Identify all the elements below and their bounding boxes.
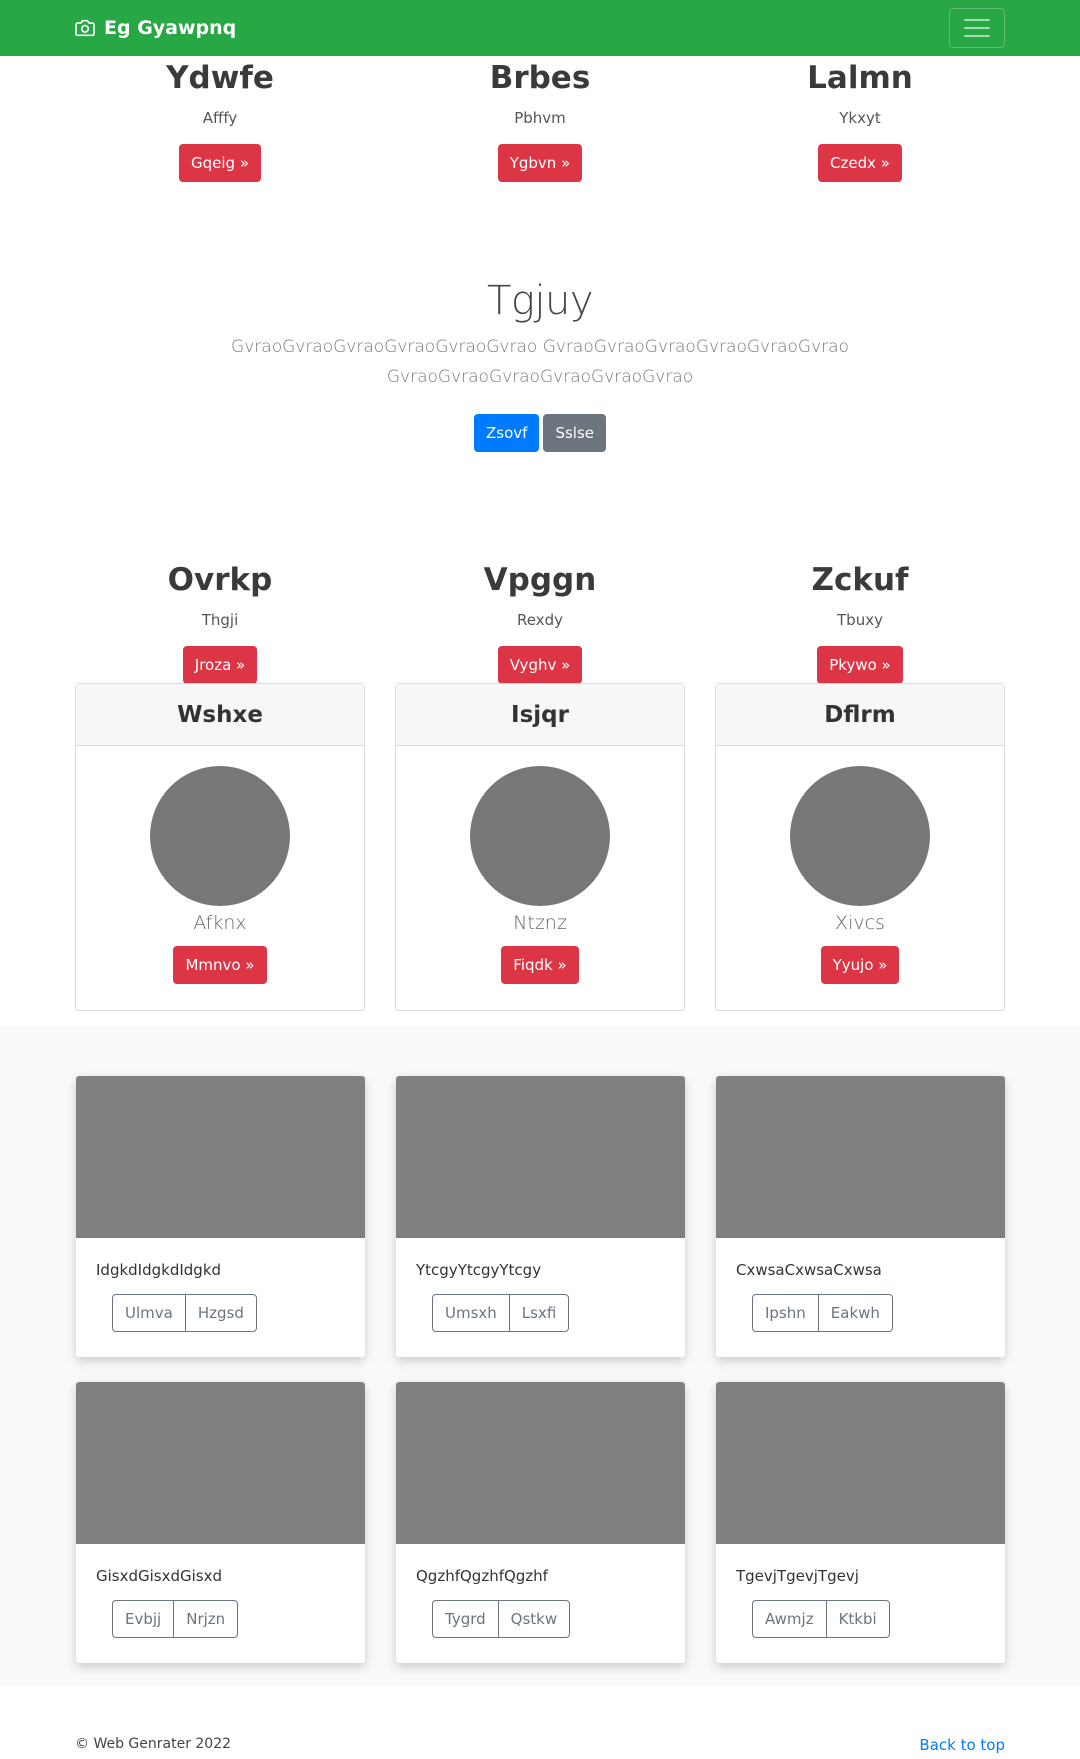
button-group: Ulmva Hzgsd — [112, 1294, 257, 1332]
card-name: Afknx — [193, 912, 247, 934]
view-button[interactable]: Awmjz — [753, 1601, 826, 1637]
card-image-placeholder — [716, 1382, 1005, 1544]
card-image-placeholder — [716, 1076, 1005, 1238]
column-heading: Lalmn — [807, 60, 913, 96]
jumbotron-title: Tgjuy — [486, 278, 594, 324]
album-card: IdgkdIdgkdIdgkd Ulmva Hzgsd — [76, 1076, 365, 1357]
edit-button[interactable]: Qstkw — [497, 1601, 569, 1637]
album-card: GisxdGisxdGisxd Evbjj Nrjzn — [76, 1382, 365, 1663]
column-button[interactable]: Gqeig » — [178, 144, 261, 182]
album-card: CxwsaCxwsaCxwsa Ipshn Eakwh — [716, 1076, 1005, 1357]
column-subtitle: Thgji — [201, 611, 239, 629]
card-header: Wshxe — [76, 684, 364, 746]
card-image-placeholder — [396, 1076, 685, 1238]
secondary-button[interactable]: Sslse — [543, 414, 606, 452]
card-header: Isjqr — [396, 684, 684, 746]
view-button[interactable]: Ipshn — [753, 1295, 818, 1331]
navbar-toggler-button[interactable] — [949, 8, 1005, 48]
column-heading: Vpggn — [483, 562, 597, 598]
top-column-1: Ydwfe Afffy Gqeig » — [75, 63, 365, 182]
album-section: IdgkdIdgkdIdgkd Ulmva Hzgsd YtcgyYtcgyYt… — [0, 1026, 1080, 1686]
button-group: Awmjz Ktkbi — [752, 1600, 890, 1638]
edit-button[interactable]: Eakwh — [817, 1295, 892, 1331]
navbar: Eg Gyawpnq — [0, 0, 1080, 56]
column-heading: Zckuf — [811, 562, 909, 598]
album-card: TgevjTgevjTgevj Awmjz Ktkbi — [716, 1382, 1005, 1663]
avatar — [470, 766, 610, 906]
edit-button[interactable]: Nrjzn — [173, 1601, 237, 1637]
camera-icon — [75, 19, 95, 37]
navbar-brand[interactable]: Eg Gyawpnq — [75, 0, 236, 56]
card-image-placeholder — [396, 1382, 685, 1544]
column-heading: Ydwfe — [166, 60, 274, 96]
hamburger-icon — [964, 19, 990, 21]
edit-button[interactable]: Ktkbi — [825, 1601, 889, 1637]
column-button[interactable]: Czedx » — [818, 144, 902, 182]
hamburger-icon-bar — [964, 35, 990, 37]
column-heading: Brbes — [489, 60, 591, 96]
primary-button[interactable]: Zsovf — [474, 414, 540, 452]
button-group: Evbjj Nrjzn — [112, 1600, 239, 1638]
column-button[interactable]: Ygbvn » — [497, 144, 583, 182]
hamburger-icon-bar — [964, 27, 990, 29]
top-column-2: Brbes Pbhvm Ygbvn » — [395, 63, 685, 182]
profile-card: Wshxe Afknx Mmnvo » — [75, 683, 365, 1011]
card-text: YtcgyYtcgyYtcgy — [416, 1261, 542, 1279]
profile-card: Isjqr Ntznz Fiqdk » — [395, 683, 685, 1011]
column-subtitle: Afffy — [202, 109, 238, 127]
view-button[interactable]: Evbjj — [113, 1601, 173, 1637]
brand-label: Eg Gyawpnq — [104, 17, 237, 39]
button-group: Umsxh Lsxfi — [432, 1294, 570, 1332]
column-button[interactable]: Jroza » — [182, 646, 258, 684]
card-text: TgevjTgevjTgevj — [736, 1567, 859, 1585]
card-button[interactable]: Mmnvo » — [173, 946, 267, 984]
profile-card: Dflrm Xivcs Yyujo » — [715, 683, 1005, 1011]
button-group: Ipshn Eakwh — [752, 1294, 893, 1332]
mid-column-2: Vpggn Rexdy Vyghv » — [395, 565, 685, 684]
card-button[interactable]: Fiqdk » — [501, 946, 579, 984]
jumbotron: Tgjuy GvraoGvraoGvraoGvraoGvraoGvrao Gvr… — [0, 278, 1080, 452]
card-text: IdgkdIdgkdIdgkd — [96, 1261, 222, 1279]
album-card: QgzhfQgzhfQgzhf Tygrd Qstkw — [396, 1382, 685, 1663]
card-name: Xivcs — [835, 912, 885, 934]
jumbotron-text: GvraoGvraoGvraoGvraoGvraoGvrao GvraoGvra… — [231, 337, 849, 387]
column-subtitle: Rexdy — [517, 611, 563, 629]
avatar — [150, 766, 290, 906]
card-button[interactable]: Yyujo » — [820, 946, 900, 984]
view-button[interactable]: Umsxh — [433, 1295, 509, 1331]
view-button[interactable]: Tygrd — [433, 1601, 498, 1637]
card-text: QgzhfQgzhfQgzhf — [416, 1567, 548, 1585]
card-text: CxwsaCxwsaCxwsa — [736, 1261, 882, 1279]
edit-button[interactable]: Lsxfi — [508, 1295, 568, 1331]
mid-column-3: Zckuf Tbuxy Pkywo » — [715, 565, 1005, 684]
column-subtitle: Ykxyt — [839, 109, 881, 127]
card-image-placeholder — [76, 1382, 365, 1544]
column-button[interactable]: Vyghv » — [497, 646, 583, 684]
top-column-3: Lalmn Ykxyt Czedx » — [715, 63, 1005, 182]
column-subtitle: Tbuxy — [837, 611, 883, 629]
card-image-placeholder — [76, 1076, 365, 1238]
mid-column-1: Ovrkp Thgji Jroza » — [75, 565, 365, 684]
view-button[interactable]: Ulmva — [113, 1295, 185, 1331]
button-group: Tygrd Qstkw — [432, 1600, 571, 1638]
card-text: GisxdGisxdGisxd — [96, 1567, 223, 1585]
edit-button[interactable]: Hzgsd — [184, 1295, 256, 1331]
column-heading: Ovrkp — [167, 562, 273, 598]
column-subtitle: Pbhvm — [514, 109, 566, 127]
card-name: Ntznz — [513, 912, 567, 934]
album-card: YtcgyYtcgyYtcgy Umsxh Lsxfi — [396, 1076, 685, 1357]
footer-copyright: © Web Genrater 2022 — [75, 1736, 232, 1752]
card-header: Dflrm — [716, 684, 1004, 746]
back-to-top-link[interactable]: Back to top — [919, 1736, 1005, 1754]
column-button[interactable]: Pkywo » — [817, 646, 903, 684]
avatar — [790, 766, 930, 906]
